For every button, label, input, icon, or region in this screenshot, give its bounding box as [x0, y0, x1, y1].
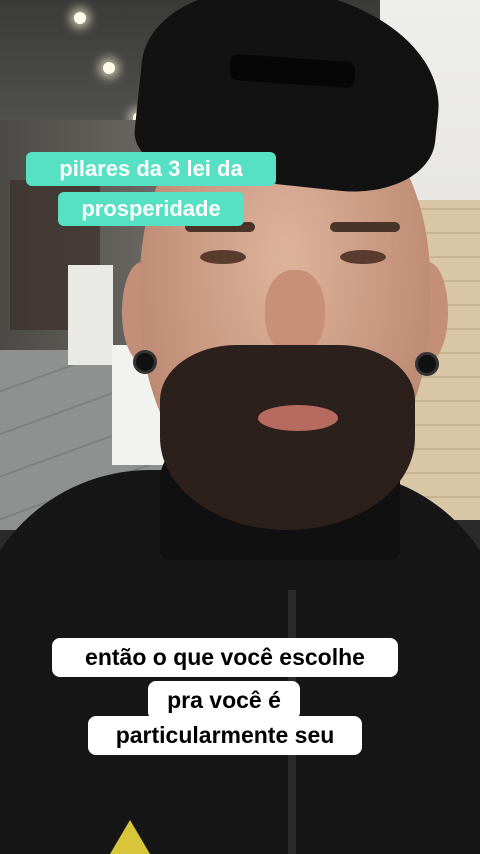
- right-eye: [340, 250, 386, 264]
- top-caption-line-2: prosperidade: [58, 192, 244, 226]
- subtitle-line-2: pra você é: [148, 681, 300, 720]
- video-frame[interactable]: pilares da 3 lei da prosperidade então o…: [0, 0, 480, 854]
- left-eye: [200, 250, 246, 264]
- white-counter: [68, 265, 113, 365]
- ear-gauge: [133, 350, 157, 374]
- subtitle-line-3: particularmente seu: [88, 716, 362, 755]
- ceiling-light: [103, 62, 115, 74]
- ceiling-light: [74, 12, 86, 24]
- subtitle-line-1: então o que você escolhe: [52, 638, 398, 677]
- ear-gauge: [415, 352, 439, 376]
- top-caption-line-1: pilares da 3 lei da: [26, 152, 276, 186]
- right-eyebrow: [330, 222, 400, 232]
- mouth: [258, 405, 338, 431]
- beard: [160, 345, 415, 530]
- nose: [265, 270, 325, 355]
